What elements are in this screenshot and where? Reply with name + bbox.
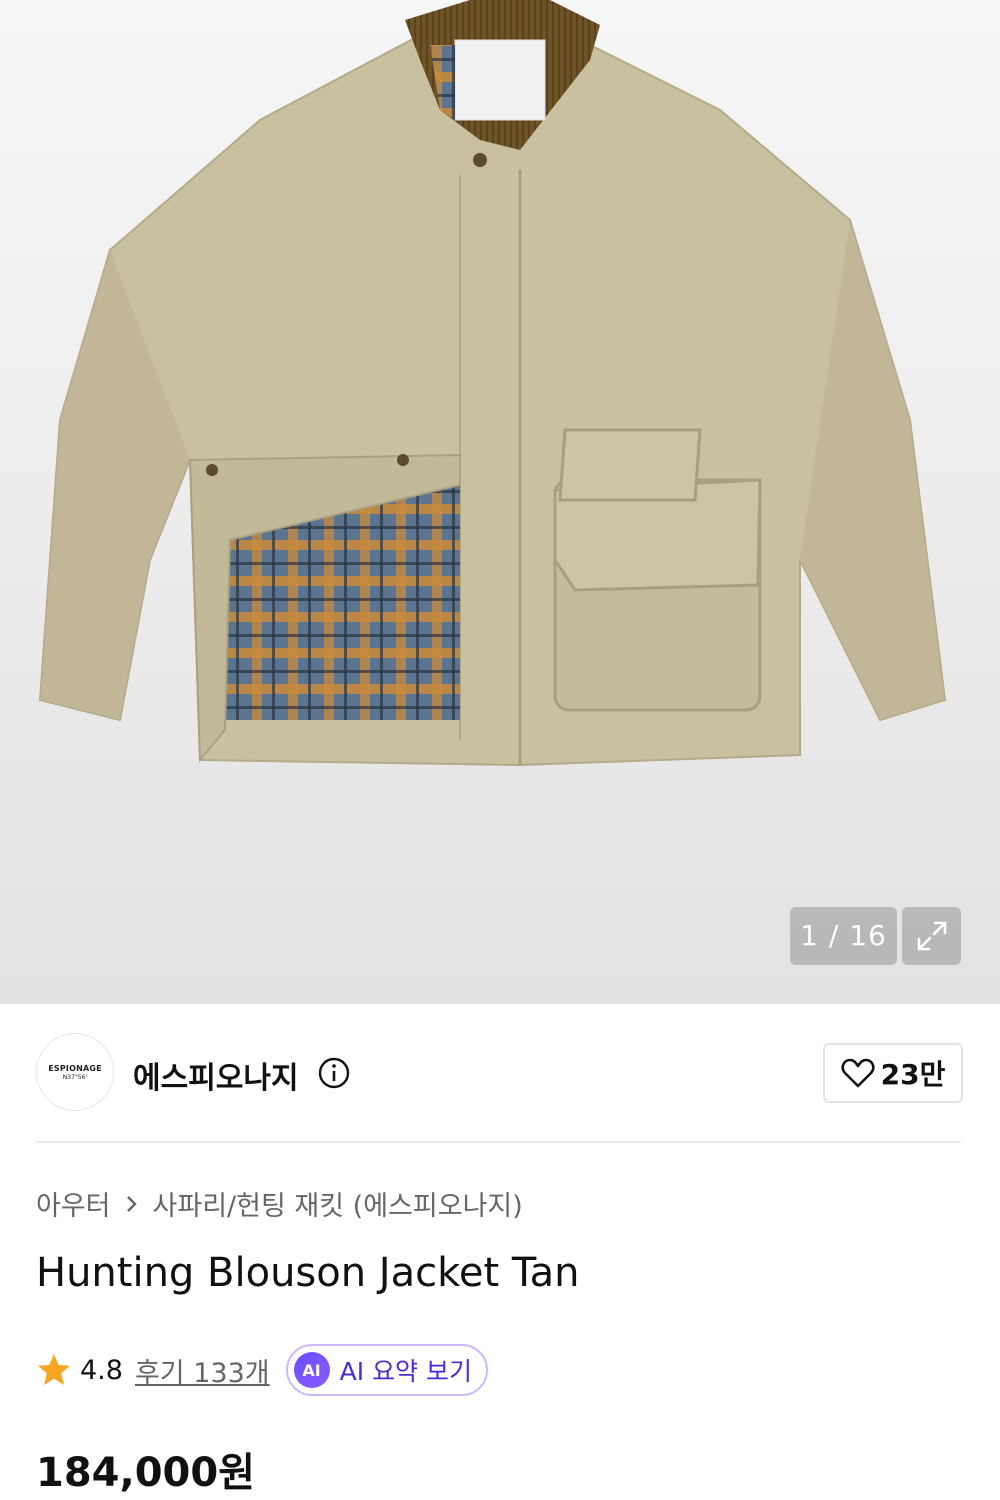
jacket-product-photo	[38, 0, 947, 767]
rating-row: 4.8 후기 133개 AI AI 요약 보기	[36, 1344, 488, 1396]
expand-icon	[917, 921, 946, 951]
image-counter: 1 / 16	[790, 907, 897, 965]
breadcrumb-subcategory[interactable]: 사파리/헌팅 재킷 (에스피오나지)	[153, 1184, 523, 1223]
heart-icon	[841, 1058, 875, 1088]
brand-name[interactable]: 에스피오나지	[133, 1053, 299, 1097]
like-count: 23만	[880, 1058, 946, 1091]
product-image-gallery[interactable]: 1 / 16	[0, 0, 1000, 1004]
brand-row: ESPIONAGE N37°56' 에스피오나지 23만	[36, 1033, 963, 1113]
product-price: 184,000원	[36, 1450, 255, 1496]
ai-badge-icon: AI	[293, 1352, 330, 1388]
like-button[interactable]: 23만	[823, 1043, 963, 1103]
breadcrumb: 아우터 사파리/헌팅 재킷 (에스피오나지)	[36, 1184, 523, 1223]
expand-image-button[interactable]	[902, 907, 961, 965]
divider	[36, 1141, 961, 1143]
info-icon[interactable]	[317, 1056, 351, 1090]
brand-logo[interactable]: ESPIONAGE N37°56'	[36, 1033, 114, 1111]
star-icon	[38, 1354, 70, 1385]
breadcrumb-category[interactable]: 아우터	[36, 1184, 111, 1223]
review-count-link[interactable]: 후기 133개	[135, 1351, 270, 1390]
ai-summary-label: AI 요약 보기	[339, 1357, 472, 1386]
brand-logo-line1: ESPIONAGE	[48, 1063, 102, 1073]
chevron-right-icon	[126, 1195, 137, 1212]
product-title: Hunting Blouson Jacket Tan	[36, 1250, 580, 1296]
rating-value: 4.8	[80, 1354, 123, 1386]
brand-logo-line2: N37°56'	[62, 1073, 88, 1081]
ai-summary-button[interactable]: AI AI 요약 보기	[285, 1344, 488, 1396]
